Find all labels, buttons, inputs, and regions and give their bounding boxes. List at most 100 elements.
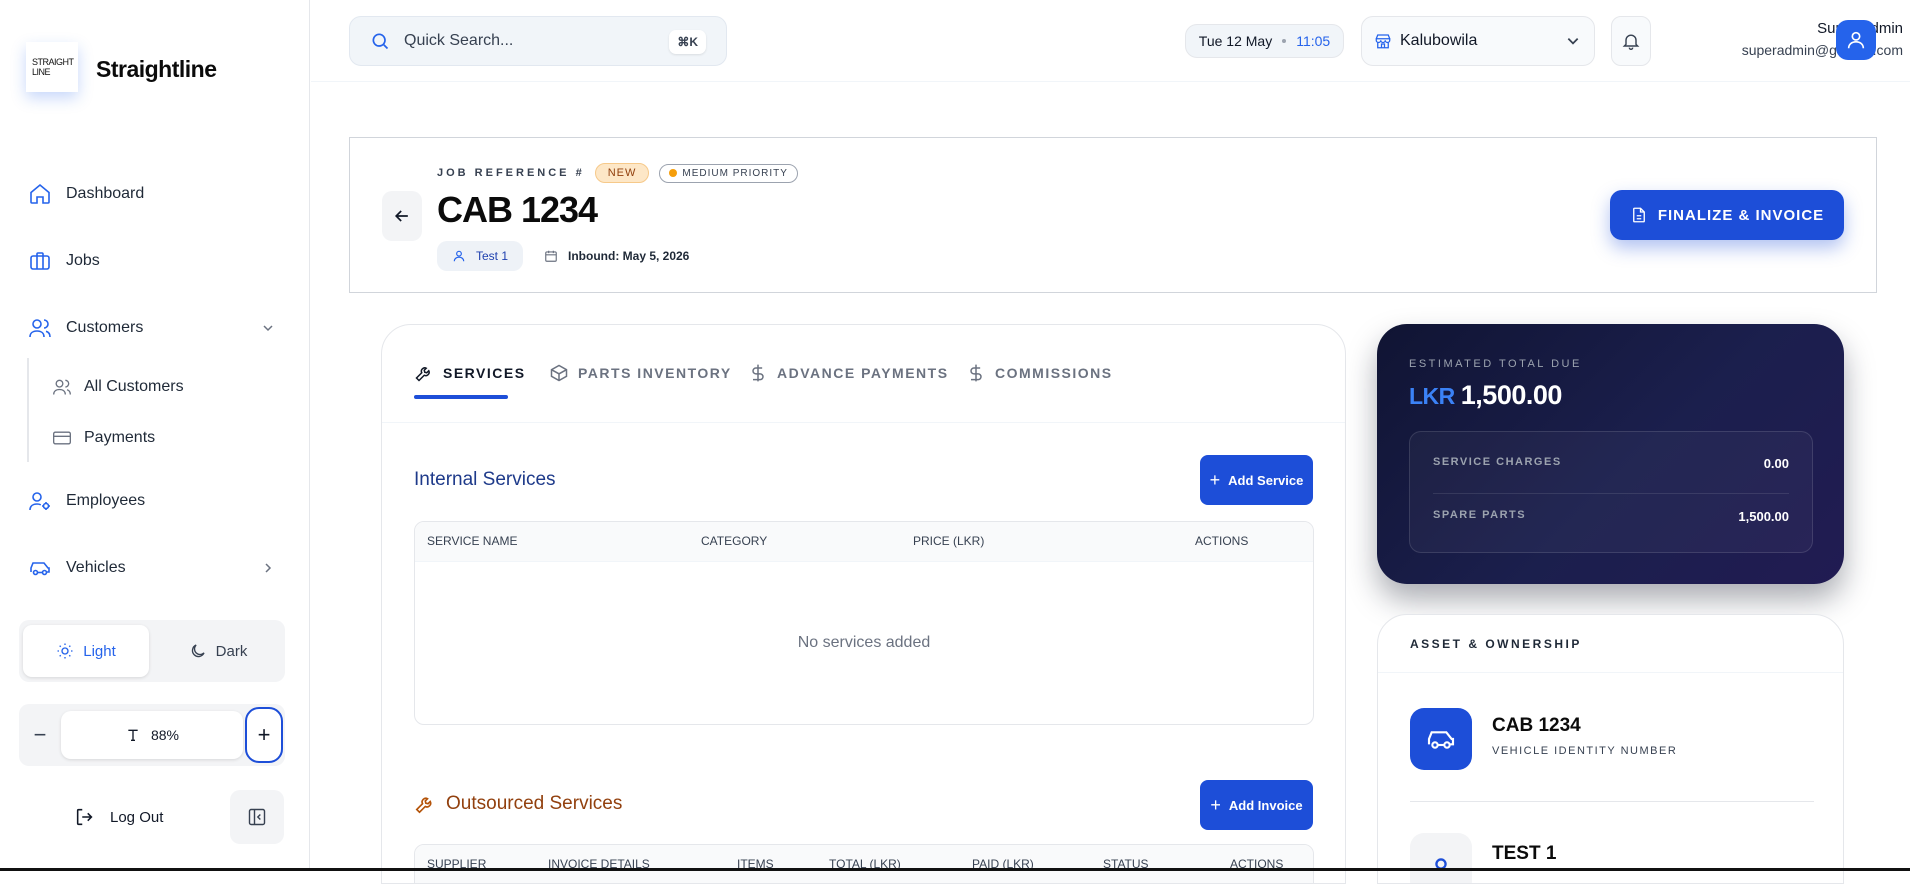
sidebar-item-vehicles[interactable]: Vehicles bbox=[28, 556, 274, 580]
asset-title: ASSET & OWNERSHIP bbox=[1410, 637, 1582, 651]
divider bbox=[1410, 801, 1814, 802]
car-icon bbox=[1427, 731, 1455, 749]
sidebar-item-label: Customers bbox=[66, 319, 144, 336]
internal-services-title: Internal Services bbox=[414, 469, 556, 490]
zoom-in-button[interactable]: + bbox=[245, 707, 283, 763]
active-tab-indicator bbox=[414, 395, 508, 399]
job-details-card: SERVICES PARTS INVENTORY ADVANCE PAYMENT… bbox=[381, 324, 1346, 884]
wrench-icon bbox=[415, 367, 430, 382]
wrench-icon bbox=[415, 797, 432, 814]
zoom-value: 88% bbox=[61, 711, 243, 759]
box-icon bbox=[550, 364, 568, 382]
logo-line1: STRAIGHT bbox=[32, 57, 74, 67]
service-charges-row: SERVICE CHARGES 0.00 bbox=[1433, 456, 1789, 471]
zoom-out-button[interactable]: − bbox=[29, 718, 51, 752]
outsourced-services-label: Outsourced Services bbox=[446, 793, 623, 814]
column-header: SERVICE NAME bbox=[427, 534, 518, 548]
logout-button[interactable]: Log Out bbox=[74, 806, 163, 828]
sidebar-item-dashboard[interactable]: Dashboard bbox=[28, 182, 144, 206]
theme-light-button[interactable]: Light bbox=[23, 625, 149, 677]
page-title: CAB 1234 bbox=[437, 189, 598, 230]
sidebar-item-label: All Customers bbox=[84, 378, 184, 395]
dollar-icon bbox=[752, 364, 764, 382]
job-reference-label: JOB REFERENCE # bbox=[437, 167, 585, 179]
sidebar-item-label: Jobs bbox=[66, 252, 100, 269]
priority-badge: MEDIUM PRIORITY bbox=[659, 163, 798, 183]
tab-services[interactable]: SERVICES bbox=[414, 363, 526, 383]
topbar: Quick Search... ⌘K Tue 12 May 11:05 Kalu… bbox=[311, 0, 1910, 82]
datetime-badge: Tue 12 May 11:05 bbox=[1185, 24, 1344, 58]
vehicle-avatar bbox=[1410, 708, 1472, 770]
add-invoice-button[interactable]: + Add Invoice bbox=[1200, 780, 1313, 830]
theme-dark-button[interactable]: Dark bbox=[155, 625, 281, 677]
internal-services-table: SERVICE NAME CATEGORY PRICE (LKR) ACTION… bbox=[414, 521, 1314, 725]
logo-line2: LINE bbox=[32, 67, 51, 77]
tab-label: PARTS INVENTORY bbox=[578, 365, 732, 381]
users-icon bbox=[53, 379, 71, 395]
owner-avatar bbox=[1410, 833, 1472, 883]
tab-label: COMMISSIONS bbox=[995, 365, 1113, 381]
vehicle-number-label: VEHICLE IDENTITY NUMBER bbox=[1492, 745, 1678, 757]
owner-name: TEST 1 bbox=[1492, 843, 1557, 864]
finalize-invoice-button[interactable]: FINALIZE & INVOICE bbox=[1610, 190, 1844, 240]
add-service-label: Add Service bbox=[1228, 472, 1304, 488]
credit-card-icon bbox=[53, 431, 71, 445]
branch-select[interactable]: Kalubowila bbox=[1361, 16, 1595, 66]
font-zoom-control: − 88% + bbox=[19, 704, 285, 766]
sidebar-item-label: Vehicles bbox=[66, 559, 126, 576]
sidebar-item-jobs[interactable]: Jobs bbox=[28, 249, 100, 273]
search-icon bbox=[372, 33, 389, 50]
add-service-button[interactable]: + Add Service bbox=[1200, 455, 1313, 505]
document-icon bbox=[1632, 207, 1645, 223]
back-button[interactable] bbox=[382, 191, 422, 241]
sidebar-item-all-customers[interactable]: All Customers bbox=[52, 377, 184, 397]
theme-toggle: Light Dark bbox=[19, 620, 285, 682]
job-header: JOB REFERENCE # NEW MEDIUM PRIORITY CAB … bbox=[349, 137, 1877, 293]
user-icon bbox=[1435, 858, 1447, 870]
outsourced-services-table: SUPPLIER INVOICE DETAILS ITEMS TOTAL (LK… bbox=[414, 844, 1314, 883]
search-bar[interactable]: Quick Search... ⌘K bbox=[349, 16, 727, 66]
plus-icon: + bbox=[1210, 794, 1221, 815]
owner-chip[interactable]: Test 1 bbox=[437, 241, 524, 271]
asset-header: ASSET & OWNERSHIP bbox=[1378, 615, 1843, 673]
sidebar-item-payments[interactable]: Payments bbox=[52, 428, 155, 448]
current-time: 11:05 bbox=[1296, 33, 1331, 49]
total-value: 1,500.00 bbox=[1460, 380, 1563, 410]
sidebar-collapse-icon bbox=[248, 808, 266, 826]
vehicle-number: CAB 1234 bbox=[1492, 715, 1581, 736]
users-icon bbox=[29, 319, 51, 338]
logout-label: Log Out bbox=[110, 808, 164, 826]
tab-label: ADVANCE PAYMENTS bbox=[777, 365, 949, 381]
branch-name: Kalubowila bbox=[1400, 32, 1478, 49]
search-input[interactable]: Quick Search... bbox=[404, 32, 513, 50]
column-header: ACTIONS bbox=[1195, 534, 1249, 548]
table-header: SERVICE NAME CATEGORY PRICE (LKR) ACTION… bbox=[415, 522, 1313, 562]
collapse-sidebar-button[interactable] bbox=[230, 790, 284, 844]
plus-icon: + bbox=[1209, 469, 1221, 490]
spare-parts-label: SPARE PARTS bbox=[1433, 509, 1527, 521]
divider bbox=[1433, 493, 1789, 494]
tab-advance-payments[interactable]: ADVANCE PAYMENTS bbox=[748, 363, 949, 383]
service-charges-value: 0.00 bbox=[1763, 456, 1789, 471]
add-invoice-label: Add Invoice bbox=[1228, 797, 1303, 813]
moon-icon bbox=[191, 644, 205, 658]
sidebar-item-label: Dashboard bbox=[66, 185, 145, 202]
empty-state: No services added bbox=[797, 634, 931, 651]
tabs: SERVICES PARTS INVENTORY ADVANCE PAYMENT… bbox=[382, 325, 1345, 423]
brand-name: Straightline bbox=[96, 56, 217, 82]
theme-light-label: Light bbox=[83, 642, 116, 660]
avatar[interactable] bbox=[1836, 20, 1876, 60]
sidebar-item-employees[interactable]: Employees bbox=[28, 489, 145, 513]
finalize-label: FINALIZE & INVOICE bbox=[1657, 206, 1825, 224]
charges-breakdown: SERVICE CHARGES 0.00 SPARE PARTS 1,500.0… bbox=[1409, 431, 1813, 553]
status-badge: NEW bbox=[594, 163, 650, 183]
tab-label: SERVICES bbox=[443, 365, 526, 381]
notifications-button[interactable] bbox=[1611, 16, 1651, 66]
tab-commissions[interactable]: COMMISSIONS bbox=[966, 363, 1113, 383]
sidebar-item-customers[interactable]: Customers bbox=[28, 316, 274, 340]
bell-icon bbox=[1622, 34, 1640, 50]
dollar-icon bbox=[970, 364, 982, 382]
column-header: PRICE (LKR) bbox=[913, 534, 985, 548]
home-icon bbox=[30, 183, 50, 204]
tab-parts-inventory[interactable]: PARTS INVENTORY bbox=[549, 363, 732, 383]
